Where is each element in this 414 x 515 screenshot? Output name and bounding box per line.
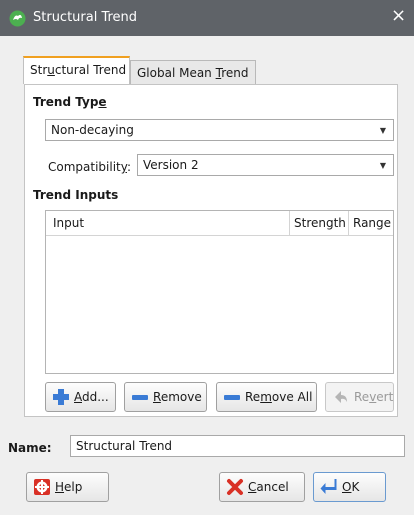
add-button-label: Add...	[74, 390, 109, 404]
trend-inputs-table[interactable]: Input Strength Range	[45, 210, 394, 374]
trend-type-select[interactable]: Non-decaying ▼	[45, 119, 394, 141]
chevron-down-icon: ▼	[372, 155, 393, 175]
close-icon[interactable]: ×	[391, 7, 406, 25]
title-bar: Structural Trend ×	[0, 0, 414, 36]
compatibility-label: Compatibility:	[48, 160, 132, 174]
trend-type-value: Non-decaying	[51, 123, 134, 137]
lifebuoy-icon	[33, 478, 51, 496]
window-title: Structural Trend	[33, 10, 138, 25]
revert-icon	[332, 388, 350, 406]
remove-all-button-label: Remove All	[245, 390, 313, 404]
ok-button-label: OK	[342, 480, 360, 494]
add-button[interactable]: Add...	[45, 382, 116, 412]
app-icon	[9, 10, 26, 27]
revert-button[interactable]: Revert	[325, 382, 394, 412]
plus-icon	[52, 388, 70, 406]
remove-button-label: Remove	[153, 390, 202, 404]
cancel-button[interactable]: Cancel	[219, 472, 305, 502]
remove-button[interactable]: Remove	[124, 382, 207, 412]
revert-button-label: Revert	[354, 390, 394, 404]
tab-structural-trend[interactable]: Structural Trend	[23, 56, 130, 84]
ok-button[interactable]: OK	[313, 472, 386, 502]
help-button-label: Help	[55, 480, 83, 494]
compatibility-select[interactable]: Version 2 ▼	[137, 154, 394, 176]
chevron-down-icon: ▼	[372, 120, 393, 140]
x-icon	[226, 478, 244, 496]
column-header-strength[interactable]: Strength	[294, 216, 346, 230]
remove-all-button[interactable]: Remove All	[216, 382, 317, 412]
trend-inputs-heading: Trend Inputs	[33, 188, 119, 202]
tab-global-mean-trend[interactable]: Global Mean Trend	[130, 60, 256, 84]
minus-icon	[223, 388, 241, 406]
name-field[interactable]: Structural Trend	[70, 435, 405, 457]
compatibility-value: Version 2	[143, 158, 199, 172]
help-button[interactable]: Help	[26, 472, 109, 502]
trend-type-heading: Trend Type	[33, 95, 107, 109]
table-header: Input Strength Range	[46, 211, 393, 236]
column-header-range[interactable]: Range	[353, 216, 391, 230]
column-header-input[interactable]: Input	[53, 216, 84, 230]
enter-arrow-icon	[320, 478, 338, 496]
minus-icon	[131, 388, 149, 406]
cancel-button-label: Cancel	[248, 480, 289, 494]
name-label: Name:	[8, 441, 52, 455]
